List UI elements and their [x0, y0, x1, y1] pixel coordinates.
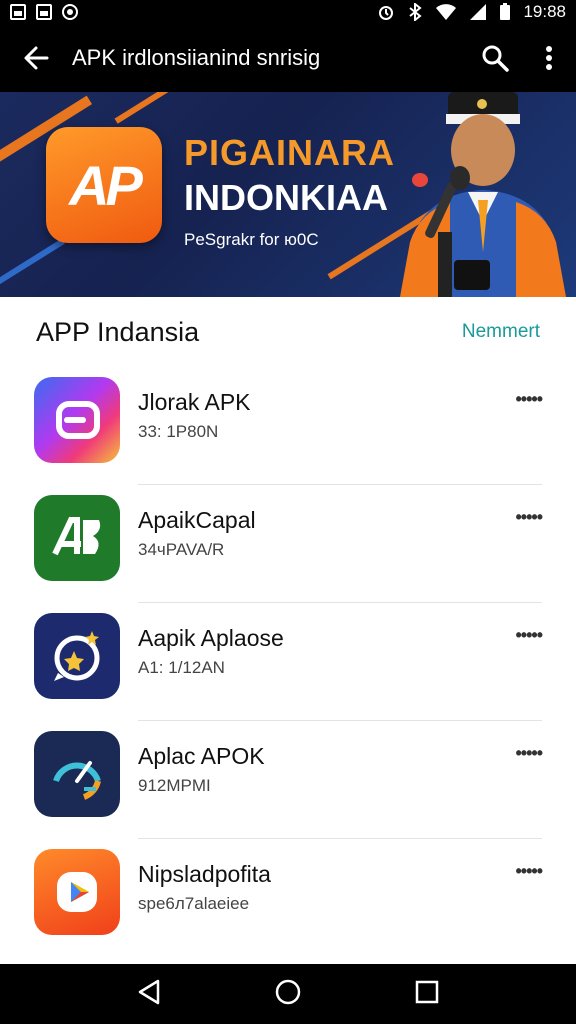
status-time: 19:88	[523, 2, 566, 21]
search-icon	[482, 45, 509, 72]
camera-gradient-icon	[34, 377, 120, 463]
app-notification-icon	[62, 4, 78, 20]
system-nav-bar	[0, 964, 576, 1024]
speed-gauge-icon	[34, 731, 120, 817]
signal-icon	[470, 4, 487, 20]
overflow-menu-button[interactable]	[522, 24, 576, 92]
app-name: Jlorak APK	[138, 389, 251, 415]
square-recents-icon	[415, 980, 439, 1003]
list-item[interactable]: Aplac APOK 912MPMI •••••	[0, 721, 576, 839]
more-options-button[interactable]: •••••	[515, 625, 542, 646]
list-item[interactable]: Nipsladpofita spe6л7alaeiee •••••	[0, 839, 576, 957]
app-bar: APK irdlonsiianind snrisig	[0, 24, 576, 92]
more-options-button[interactable]: •••••	[515, 743, 542, 764]
more-options-button[interactable]: •••••	[515, 861, 542, 882]
wifi-icon	[436, 4, 457, 20]
app-name: ApaikCapal	[138, 507, 256, 533]
bluetooth-icon	[409, 3, 423, 21]
more-options-button[interactable]: •••••	[515, 507, 542, 528]
app-name: Nipsladpofita	[138, 861, 271, 887]
app-meta: spe6л7alaeiee	[138, 894, 250, 913]
app-meta: 34чPAVA/R	[138, 540, 225, 559]
app-meta: 912MPMI	[138, 776, 211, 795]
more-options-button[interactable]: •••••	[515, 389, 542, 410]
list-item[interactable]: Jlorak APK 33: 1P80N •••••	[0, 367, 576, 485]
app-name: Aapik Aplaose	[138, 625, 284, 651]
section-header: APP Indansia Nemmert	[0, 297, 576, 367]
image-notification-icon	[36, 4, 52, 20]
search-button[interactable]	[468, 24, 522, 92]
green-letters-icon	[34, 495, 120, 581]
promo-banner[interactable]: AP PIGAINARA INDONKIAA PeSgrakr for ю0C	[0, 92, 576, 297]
list-item[interactable]: Aapik Aplaose A1: 1/12AN •••••	[0, 603, 576, 721]
nav-back-button[interactable]	[136, 978, 162, 1011]
see-more-link[interactable]: Nemmert	[462, 321, 540, 343]
nav-home-button[interactable]	[274, 978, 302, 1011]
banner-heading-line1: PIGAINARA	[184, 132, 396, 173]
alarm-icon	[379, 6, 394, 20]
nav-recents-button[interactable]	[414, 979, 440, 1010]
app-list: Jlorak APK 33: 1P80N ••••• ApaikCapal 34…	[0, 367, 576, 957]
section-title: APP Indansia	[36, 316, 200, 347]
banner-stripe	[114, 92, 186, 124]
star-chat-icon	[34, 613, 120, 699]
banner-subtitle: PeSgrakr for ю0C	[184, 230, 319, 249]
presenter-illustration	[400, 92, 566, 297]
arrow-back-icon	[24, 46, 49, 70]
app-meta: 33: 1P80N	[138, 422, 219, 441]
app-title: APK irdlonsiianind snrisig	[72, 45, 321, 70]
banner-heading-line2: INDONKIAA	[184, 177, 388, 218]
banner-logo: AP	[46, 127, 162, 243]
back-button[interactable]	[0, 24, 72, 92]
play-store-icon	[34, 849, 120, 935]
list-item[interactable]: ApaikCapal 34чPAVA/R •••••	[0, 485, 576, 603]
app-name: Aplac APOK	[138, 743, 265, 769]
battery-icon	[500, 3, 511, 20]
banner-stripe	[0, 238, 65, 292]
status-bar: 19:88	[0, 0, 576, 24]
circle-home-icon	[275, 979, 301, 1004]
app-meta: A1: 1/12AN	[138, 658, 225, 677]
triangle-back-icon	[138, 979, 160, 1004]
more-vert-icon	[546, 46, 552, 70]
gallery-notification-icon	[10, 4, 26, 20]
